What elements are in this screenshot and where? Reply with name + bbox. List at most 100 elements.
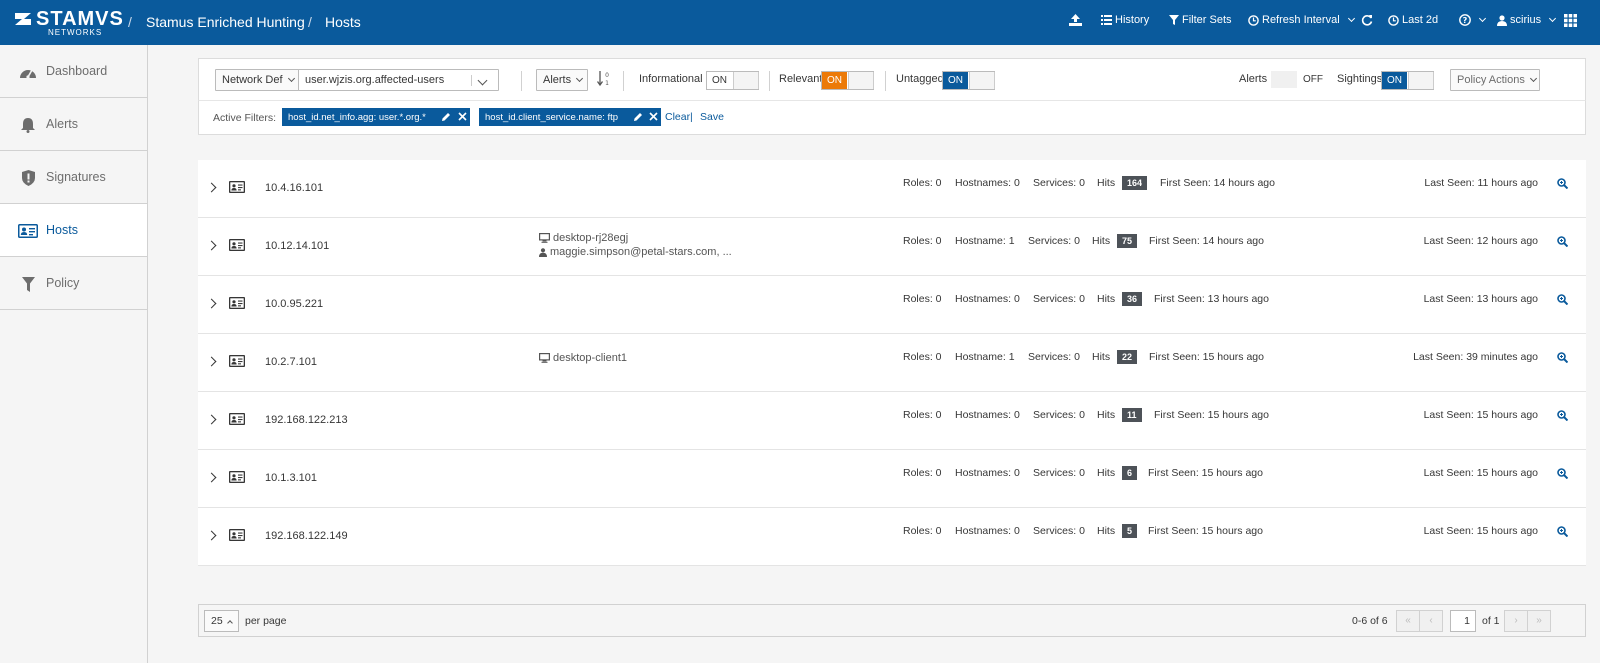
host-last-seen: Last Seen: 15 hours ago (1423, 467, 1538, 479)
host-first-seen: First Seen: 15 hours ago (1148, 525, 1263, 537)
first-page-button[interactable]: « (1396, 610, 1420, 632)
host-row[interactable]: 10.4.16.101 Roles: 0 Hostnames: 0 Servic… (198, 160, 1586, 218)
host-ip[interactable]: 192.168.122.213 (265, 414, 348, 426)
question-circle-icon: ? (1459, 14, 1471, 26)
untagged-toggle[interactable]: ON (942, 71, 995, 90)
network-def-dropdown[interactable]: Network Def (215, 69, 299, 91)
sidebar-item-label: Policy (46, 276, 80, 290)
network-def-label: Network Def (222, 74, 283, 86)
hits-badge: 5 (1122, 524, 1138, 538)
sidebar-item-alerts[interactable]: Alerts (0, 98, 147, 151)
search-icon[interactable] (1557, 352, 1568, 363)
host-services: Services: 0 (1033, 177, 1085, 189)
id-card-icon (229, 471, 245, 483)
host-roles: Roles: 0 (903, 293, 942, 305)
chevron-right-icon[interactable] (206, 298, 217, 309)
sort-field-label: Alerts (543, 74, 572, 86)
filter-chip[interactable]: host_id.client_service.name: ftp (479, 108, 661, 126)
chevron-right-icon[interactable] (206, 356, 217, 367)
host-last-seen: Last Seen: 11 hours ago (1424, 177, 1538, 189)
pencil-icon[interactable] (633, 112, 643, 122)
chevron-right-icon[interactable] (206, 530, 217, 541)
apps-grid-button[interactable] (1564, 0, 1577, 40)
host-hostnames: Hostnames: 0 (955, 525, 1020, 537)
policy-actions-dropdown[interactable]: Policy Actions (1450, 69, 1540, 91)
host-row[interactable]: 10.2.7.101 desktop-client1 Roles: 0 Host… (198, 334, 1586, 392)
search-icon[interactable] (1557, 468, 1568, 479)
host-ip[interactable]: 192.168.122.149 (265, 530, 348, 542)
host-hostnames: Hostname: 1 (955, 351, 1015, 363)
alerts-toggle[interactable]: OFF (1271, 71, 1324, 90)
host-ip[interactable]: 10.2.7.101 (265, 356, 317, 368)
host-row[interactable]: 192.168.122.213 Roles: 0 Hostnames: 0 Se… (198, 392, 1586, 450)
sidebar-item-signatures[interactable]: Signatures (0, 151, 147, 204)
close-icon[interactable] (649, 112, 658, 121)
informational-toggle[interactable]: ON (706, 71, 759, 90)
user-menu-dropdown[interactable]: scirius (1497, 0, 1557, 40)
user-text: maggie.simpson@petal-stars.com, ... (550, 246, 732, 258)
chevron-right-icon[interactable] (206, 414, 217, 425)
host-row[interactable]: 192.168.122.149 Roles: 0 Hostnames: 0 Se… (198, 508, 1586, 566)
sightings-toggle[interactable]: ON (1381, 71, 1434, 90)
host-row[interactable]: 10.12.14.101 desktop-rj28egj maggie.simp… (198, 218, 1586, 276)
host-row[interactable]: 10.0.95.221 Roles: 0 Hostnames: 0 Servic… (198, 276, 1586, 334)
next-page-button[interactable]: › (1504, 610, 1528, 632)
sidebar-item-dashboard[interactable]: Dashboard (0, 45, 147, 98)
search-icon[interactable] (1557, 526, 1568, 537)
sort-field-dropdown[interactable]: Alerts (536, 69, 588, 91)
filter-sets-button[interactable]: Filter Sets (1169, 0, 1232, 40)
sort-direction-button[interactable]: 01 (596, 71, 611, 87)
host-row[interactable]: 10.1.3.101 Roles: 0 Hostnames: 0 Service… (198, 450, 1586, 508)
sidebar-item-policy[interactable]: Policy (0, 257, 147, 310)
upload-icon (1069, 14, 1082, 26)
chevron-down-icon (1347, 14, 1355, 23)
toggle-knob (733, 72, 759, 89)
filter-icon (18, 274, 38, 294)
host-ip[interactable]: 10.1.3.101 (265, 472, 317, 484)
pencil-icon[interactable] (441, 112, 451, 122)
filter-chip[interactable]: host_id.net_info.agg: user.*.org.* (282, 108, 470, 126)
sidebar-item-hosts[interactable]: Hosts (0, 204, 147, 257)
close-icon[interactable] (458, 112, 467, 121)
search-icon[interactable] (1557, 236, 1568, 247)
stamus-logo[interactable]: STAMVS NETWORKS (14, 8, 123, 38)
host-first-seen: First Seen: 13 hours ago (1154, 293, 1269, 305)
svg-text:?: ? (1463, 16, 1468, 25)
clear-filters-link[interactable]: Clear (665, 111, 690, 123)
sightings-label: Sightings (1337, 73, 1383, 85)
chevron-right-icon[interactable] (206, 240, 217, 251)
double-chevron-left-icon: « (1405, 615, 1411, 626)
toggle-knob (1271, 71, 1297, 88)
host-ip[interactable]: 10.0.95.221 (265, 298, 323, 310)
sidebar-item-label: Hosts (46, 223, 78, 237)
search-icon[interactable] (1557, 294, 1568, 305)
host-hits-label: Hits (1097, 467, 1116, 479)
chevron-right-icon[interactable] (206, 472, 217, 483)
svg-text:1: 1 (605, 80, 609, 87)
host-hostname: desktop-rj28egj (539, 232, 628, 244)
time-range-button[interactable]: Last 2d (1388, 0, 1438, 40)
save-filters-link[interactable]: Save (700, 111, 724, 123)
upload-button[interactable] (1069, 0, 1082, 40)
history-button[interactable]: History (1101, 0, 1149, 40)
search-icon[interactable] (1557, 178, 1568, 189)
host-roles: Roles: 0 (903, 409, 942, 421)
link-divider: | (690, 111, 693, 123)
page-number-input[interactable]: 1 (1450, 610, 1476, 632)
chevron-right-icon[interactable] (206, 182, 217, 193)
host-ip[interactable]: 10.4.16.101 (265, 182, 323, 194)
sidebar: Dashboard Alerts Signatures Hosts Policy (0, 45, 148, 663)
active-filters-bar: Active Filters: host_id.net_info.agg: us… (198, 100, 1586, 135)
relevant-toggle[interactable]: ON (821, 71, 874, 90)
per-page-select[interactable]: 25 (204, 610, 239, 632)
refresh-button[interactable] (1361, 0, 1373, 40)
network-def-select[interactable]: user.wjzis.org.affected-users (298, 69, 499, 91)
last-page-button[interactable]: » (1527, 610, 1551, 632)
hits-badge: 164 (1122, 176, 1148, 190)
prev-page-button[interactable]: ‹ (1419, 610, 1443, 632)
breadcrumb-app[interactable]: Stamus Enriched Hunting (146, 0, 305, 45)
host-ip[interactable]: 10.12.14.101 (265, 240, 329, 252)
help-dropdown[interactable]: ? (1459, 0, 1487, 40)
search-icon[interactable] (1557, 410, 1568, 421)
refresh-interval-dropdown[interactable]: Refresh Interval (1248, 0, 1355, 40)
